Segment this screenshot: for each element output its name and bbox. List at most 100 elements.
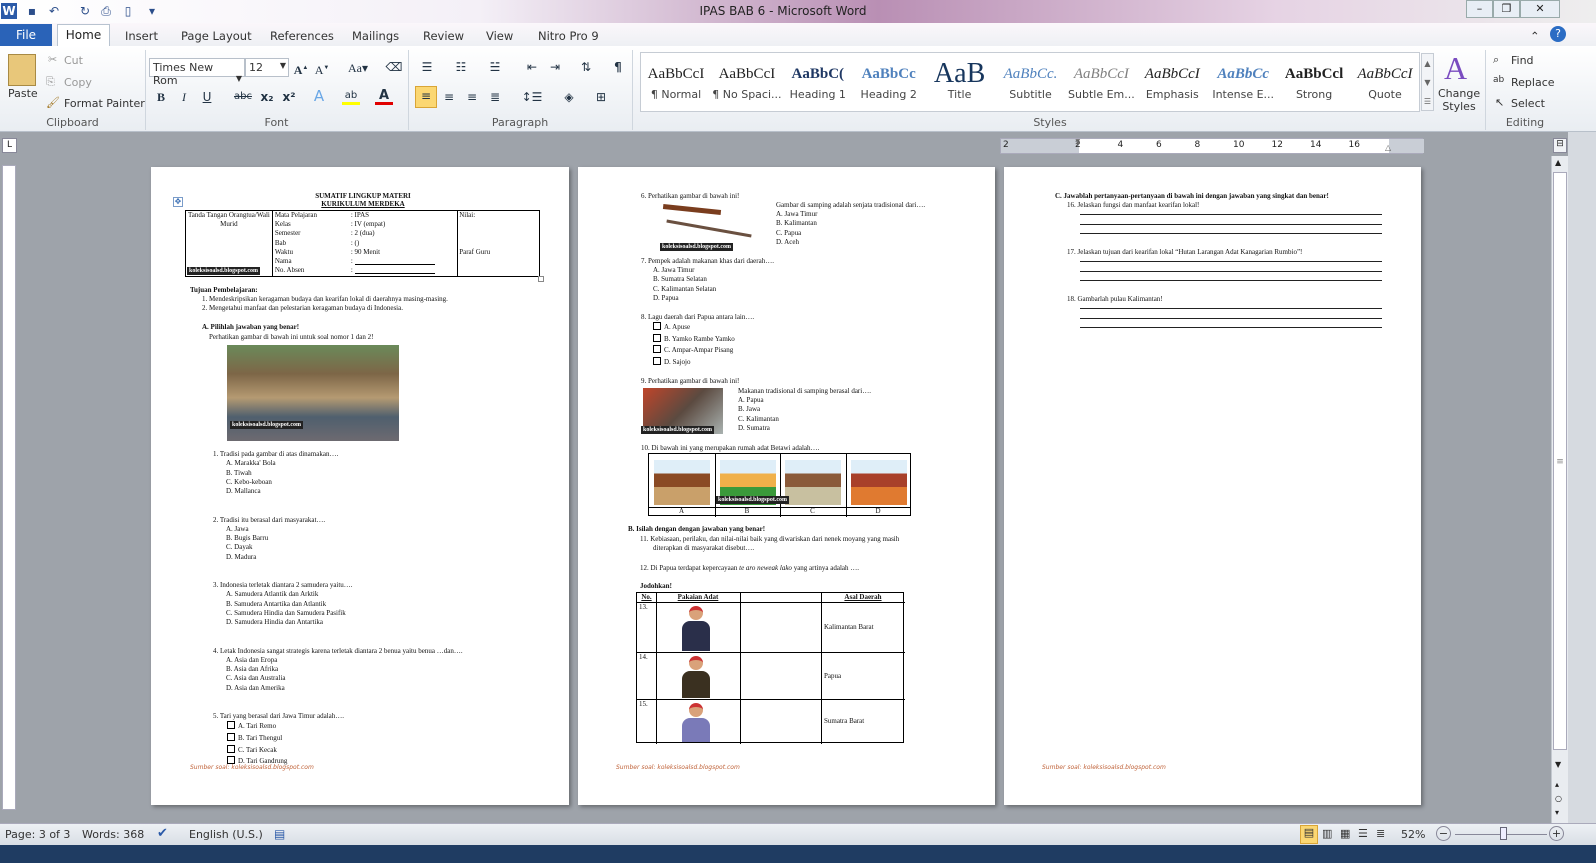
tab-nitro-pro[interactable]: Nitro Pro 9 [538,26,599,46]
shading-icon[interactable]: ◈ [560,88,578,106]
web-layout-view-icon[interactable]: ▦ [1340,827,1350,840]
answer-option[interactable]: C. Kebo-keboan [226,478,272,487]
answer-option[interactable]: A. Papua [738,396,779,405]
house-option-label[interactable]: B [715,507,780,516]
restore-button[interactable]: ❐ [1493,0,1520,18]
answer-option[interactable]: A. Jawa Timur [776,210,817,219]
answer-line[interactable] [1080,214,1382,215]
checkbox[interactable] [227,721,235,730]
styles-scroll[interactable]: ▲ ▼ ☰ [1421,53,1434,111]
show-formatting-icon[interactable]: ¶ [609,58,627,76]
help-icon[interactable]: ? [1550,26,1566,42]
tab-references[interactable]: References [270,26,334,46]
superscript-button[interactable]: x² [280,88,298,106]
font-color-icon[interactable]: A [375,87,393,105]
tab-page-layout[interactable]: Page Layout [181,26,252,46]
zoom-out-icon[interactable]: − [1436,826,1451,841]
strikethrough-button[interactable]: abc [232,88,254,106]
checkbox[interactable] [653,357,661,366]
grow-font-icon[interactable]: A▲ [292,59,310,77]
answer-option[interactable]: A. Samudera Atlantik dan Arktik [226,590,318,599]
answer-option[interactable]: D. Sumatra [738,424,779,433]
answer-option[interactable]: D. Sajojo [653,357,735,369]
answer-option[interactable]: B. Asia dan Afrika [226,665,278,674]
shrink-font-icon[interactable]: A▼ [313,59,331,77]
answer-option[interactable]: B. Tiwah [226,469,252,478]
answer-option[interactable]: D. Samudera Hindia dan Antartika [226,618,323,627]
answer-option[interactable]: C. Kalimantan [738,415,779,424]
paste-button[interactable]: Paste [8,87,38,100]
style-heading-2[interactable]: AaBbCc Heading 2 [854,60,924,110]
style-normal[interactable]: AaBbCcI ¶ Normal [641,60,711,110]
answer-option[interactable]: A. Jawa [226,525,249,534]
table-resize-handle[interactable] [538,276,544,282]
answer-line[interactable] [1080,223,1382,225]
text-effects-icon[interactable]: A [310,87,328,105]
tab-view[interactable]: View [486,26,513,46]
answer-option[interactable]: C. Papua [776,229,817,238]
answer-option[interactable]: D. Papua [653,294,716,303]
format-painter-button[interactable]: Format Painter [64,97,145,110]
page-3[interactable]: C. Jawablah pertanyaan-pertanyaan di baw… [1004,167,1421,805]
draft-view-icon[interactable]: ≣ [1376,827,1385,840]
answer-option[interactable]: C. Kalimantan Selatan [653,285,716,294]
answer-option[interactable]: C. Asia dan Australia [226,674,286,683]
copy-icon[interactable]: ⎘ [46,75,55,89]
font-size-select[interactable]: 12 ▼ [245,58,289,77]
highlight-icon[interactable]: ab [342,87,360,105]
answer-option[interactable]: D. Mallanca [226,487,261,496]
scroll-up-icon[interactable]: ▲ [1555,158,1561,167]
change-case-icon[interactable]: Aa▾ [345,59,371,77]
paste-icon[interactable] [8,54,36,86]
answer-option[interactable]: B. Jawa [738,405,779,414]
cut-button[interactable]: Cut [64,54,83,67]
answer-line[interactable] [1080,280,1382,282]
answer-option[interactable]: D. Madura [226,553,256,562]
answer-line[interactable] [1080,261,1382,262]
answer-option[interactable]: A. Apuse [653,322,735,334]
page-2[interactable]: 6. Perhatikan gambar di bawah ini! kolek… [578,167,995,805]
replace-icon[interactable]: ab [1493,75,1504,85]
house-option-label[interactable]: D [846,507,911,516]
tab-file[interactable]: File [0,24,52,46]
justify-button[interactable]: ≣ [486,88,504,106]
clear-formatting-icon[interactable]: ⌫ [385,58,403,76]
scroll-down-icon[interactable]: ▼ [1555,760,1561,769]
style-title[interactable]: AaB Title [925,60,995,110]
align-right-button[interactable]: ≡ [463,88,481,106]
style-intense-e[interactable]: AaBbCc Intense E... [1208,60,1278,110]
language[interactable]: English (U.S.) [189,828,263,841]
bullets-icon[interactable]: ☰ [418,58,436,76]
style-no-spaci[interactable]: AaBbCcI ¶ No Spaci... [712,60,782,110]
font-name-select[interactable]: Times New Rom ▼ [149,58,245,87]
outline-view-icon[interactable]: ☰ [1358,827,1368,840]
answer-option[interactable]: C. Tari Kecak [227,744,277,755]
answer-option[interactable]: A. Asia dan Eropa [226,656,277,665]
tab-review[interactable]: Review [423,26,464,46]
page-1[interactable]: ✥ SUMATIF LINGKUP MATERI KURIKULUM MERDE… [151,167,569,805]
answer-line[interactable] [1080,233,1382,235]
checkbox[interactable] [227,732,235,741]
next-page-icon[interactable]: ▾ [1555,808,1559,817]
answer-line[interactable] [1080,270,1382,272]
house-option-label[interactable]: A [649,507,714,516]
macro-icon[interactable]: ▤ [274,827,285,841]
sort-icon[interactable]: ⇅ [577,58,595,76]
proofing-icon[interactable]: ✔ [157,826,168,841]
line-spacing-icon[interactable]: ↕☰ [520,88,544,106]
decrease-indent-icon[interactable]: ⇤ [523,58,541,76]
style-quote[interactable]: AaBbCcI Quote [1350,60,1420,110]
subscript-button[interactable]: x₂ [258,88,276,106]
answer-option[interactable]: D. Asia dan Amerika [226,684,285,693]
vertical-scrollbar[interactable]: ▲ ≡ ▼ ▴ ○ ▾ [1551,156,1568,823]
tab-mailings[interactable]: Mailings [352,26,399,46]
align-left-button[interactable]: ≡ [415,86,437,108]
italic-button[interactable]: I [175,88,193,106]
vertical-ruler[interactable] [2,165,16,810]
answer-line[interactable] [1080,317,1382,319]
house-option-label[interactable]: C [780,507,845,516]
answer-line[interactable] [1080,327,1382,329]
tab-home[interactable]: Home [57,24,110,46]
print-layout-view-icon[interactable]: ▤ [1300,825,1318,844]
minimize-button[interactable]: – [1466,0,1493,18]
